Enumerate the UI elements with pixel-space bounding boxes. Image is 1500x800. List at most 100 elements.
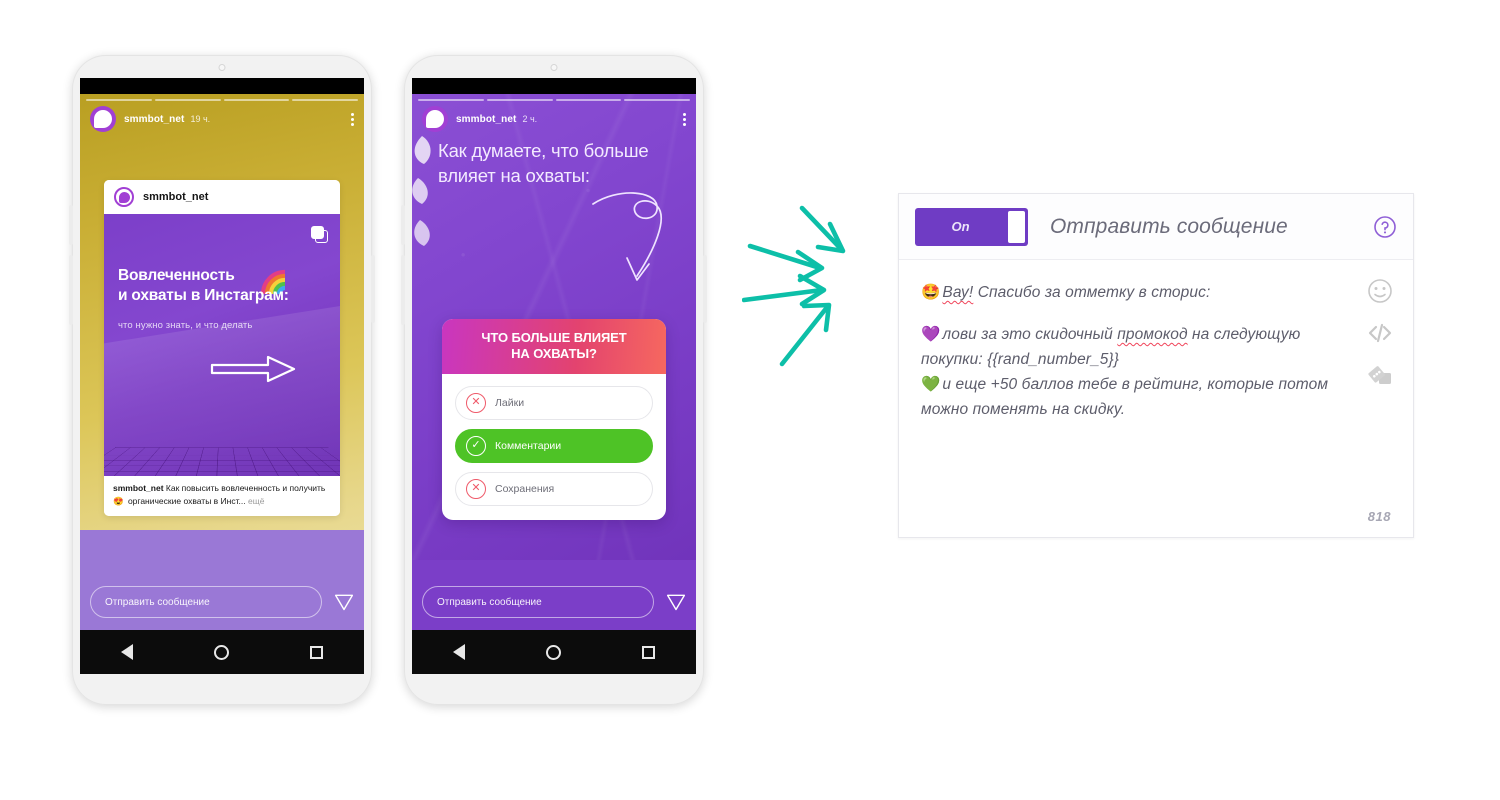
- caption-text-a: Как повысить вовлеченность и получить: [163, 483, 326, 493]
- misspelled-word: Вау!: [942, 284, 974, 301]
- phone2-volume-button-2: [401, 255, 405, 325]
- emoji-smiley-icon[interactable]: [1367, 278, 1393, 304]
- message-line-2-a: лови за это скидочный: [942, 326, 1118, 344]
- phone2-story-progress: [418, 99, 690, 101]
- story-question-text: Как думаете, что больше влияет на охваты…: [438, 138, 686, 188]
- profile-avatar-icon: [426, 110, 444, 128]
- android-recents-icon[interactable]: [310, 645, 324, 659]
- circle-x-icon: ✕: [466, 478, 486, 499]
- toggle-knob: [1008, 210, 1025, 243]
- caption-text-b: органические охваты в Инст: [125, 495, 239, 506]
- phone1-volume-button: [69, 205, 73, 245]
- caption-author: smmbot_net: [113, 483, 164, 493]
- progress-segment: [292, 99, 358, 101]
- curly-down-arrow-icon: [592, 192, 662, 281]
- story-username[interactable]: smmbot_net: [456, 114, 516, 125]
- caption-emoji: 😍: [113, 495, 124, 506]
- reply-input[interactable]: Отправить сообщение: [90, 586, 322, 618]
- poll-title: ЧТО БОЛЬШЕ ВЛИЯЕТ НА ОХВАТЫ?: [442, 319, 666, 374]
- message-line-1: 🤩 Вау! Спасибо за отметку в сторис:: [921, 280, 1343, 305]
- enable-toggle[interactable]: On: [915, 207, 1028, 246]
- avatar[interactable]: [90, 106, 116, 132]
- phone2-volume-button: [401, 205, 405, 245]
- phone2-story-view[interactable]: smmbot_net 2 ч. Как думаете, что больше …: [412, 94, 696, 630]
- profile-avatar-icon: [94, 110, 112, 128]
- editor-body: 🤩 Вау! Спасибо за отметку в сторис: 💜 лови…: [899, 260, 1413, 538]
- help-circle-icon[interactable]: [1373, 215, 1397, 239]
- progress-segment: [418, 99, 484, 101]
- editor-toolbar: [1363, 278, 1397, 388]
- message-editor-panel: On Отправить сообщение 🤩 Вау! Спасибо за …: [898, 193, 1414, 538]
- story-username[interactable]: smmbot_net: [124, 114, 184, 125]
- post-subtitle: что нужно знать, и что делать: [118, 320, 253, 331]
- poll-option-label: Лайки: [495, 396, 525, 409]
- character-counter: 818: [1367, 509, 1391, 524]
- repost-header: smmbot_net: [104, 180, 340, 214]
- reposted-post-card[interactable]: smmbot_net Вовлеченность и охваты в Инст…: [104, 180, 340, 516]
- message-textarea[interactable]: 🤩 Вау! Спасибо за отметку в сторис: 💜 лови…: [921, 280, 1343, 423]
- page-title: Отправить сообщение: [1050, 214, 1288, 238]
- poll-title-line-2: НА ОХВАТЫ?: [511, 345, 597, 361]
- post-title-line-1: Вовлеченность: [118, 267, 235, 284]
- post-grid-pattern: [104, 447, 340, 476]
- avatar[interactable]: [422, 106, 448, 132]
- media-attach-icon[interactable]: [1367, 362, 1393, 388]
- message-line-3: и еще +50 баллов тебе в рейтинг, которые…: [921, 376, 1329, 419]
- repost-avatar-icon: [114, 187, 134, 207]
- progress-segment: [555, 99, 622, 101]
- poll-card[interactable]: ЧТО БОЛЬШЕ ВЛИЯЕТ НА ОХВАТЫ? ✕ Лайки ✓ К…: [442, 319, 666, 520]
- phone1-top-bezel: [72, 55, 372, 78]
- poll-option-likes[interactable]: ✕ Лайки: [455, 385, 653, 420]
- phone2-story-header: smmbot_net 2 ч.: [412, 106, 696, 132]
- more-options-icon[interactable]: [351, 111, 354, 128]
- reply-input[interactable]: Отправить сообщение: [422, 586, 654, 618]
- phone2-android-navbar: [412, 630, 696, 674]
- android-back-icon[interactable]: [120, 644, 133, 660]
- android-back-icon[interactable]: [452, 644, 465, 660]
- circle-x-icon: ✕: [466, 392, 486, 413]
- code-tag-icon[interactable]: [1367, 320, 1393, 346]
- poll-option-label: Комментарии: [495, 439, 562, 452]
- poll-options: ✕ Лайки ✓ Комментарии ✕ Сохранения: [442, 374, 666, 520]
- right-arrow-outline-icon: [210, 355, 296, 383]
- android-home-icon[interactable]: [545, 644, 561, 660]
- caption-more-link[interactable]: ещё: [248, 496, 264, 506]
- phone2-reply-bar: Отправить сообщение: [422, 586, 686, 618]
- converging-arrows-icon: [742, 205, 846, 367]
- question-line-1: Как думаете, что больше: [438, 140, 649, 161]
- leaf-decoration-icon: [412, 136, 431, 246]
- toggle-label: On: [951, 219, 970, 234]
- progress-segment: [223, 99, 290, 101]
- poll-title-line-1: ЧТО БОЛЬШЕ ВЛИЯЕТ: [481, 330, 627, 345]
- phone1-android-navbar: [80, 630, 364, 674]
- phone-mockup-2: smmbot_net 2 ч. Как думаете, что больше …: [401, 55, 707, 705]
- progress-segment: [86, 99, 152, 101]
- send-direct-icon[interactable]: [666, 592, 686, 612]
- phone1-story-progress: [86, 99, 358, 101]
- repost-username: smmbot_net: [143, 191, 209, 203]
- front-camera-icon: [218, 64, 226, 71]
- poll-option-comments[interactable]: ✓ Комментарии: [455, 428, 653, 463]
- android-home-icon[interactable]: [213, 644, 229, 660]
- question-line-2: влияет на охваты:: [438, 165, 590, 187]
- misspelled-word: промокод: [1117, 326, 1188, 344]
- phone1-story-view[interactable]: smmbot_net 19 ч. smmbot_net Вовлеченност…: [80, 94, 364, 630]
- purple-heart-emoji: 💜: [921, 326, 941, 344]
- android-recents-icon[interactable]: [642, 645, 656, 659]
- poll-option-saves[interactable]: ✕ Сохранения: [455, 471, 653, 506]
- phone1-story-header: smmbot_net 19 ч.: [80, 106, 364, 132]
- front-camera-icon: [550, 64, 558, 71]
- phone2-top-bezel: [404, 55, 704, 78]
- caption-ellipsis: ...: [238, 495, 246, 506]
- post-title: Вовлеченность и охваты в Инстаграм:: [118, 266, 330, 306]
- send-direct-icon[interactable]: [334, 592, 354, 612]
- phone1-screen: smmbot_net 19 ч. smmbot_net Вовлеченност…: [80, 78, 364, 674]
- editor-header: On Отправить сообщение: [899, 194, 1413, 260]
- circle-check-icon: ✓: [466, 435, 486, 456]
- more-options-icon[interactable]: [683, 111, 686, 128]
- progress-segment: [154, 99, 221, 101]
- phone1-status-bar: [80, 78, 364, 94]
- star-eyes-emoji: 🤩: [921, 284, 941, 301]
- phone1-reply-bar: Отправить сообщение: [90, 586, 354, 618]
- story-timestamp: 19 ч.: [190, 114, 211, 124]
